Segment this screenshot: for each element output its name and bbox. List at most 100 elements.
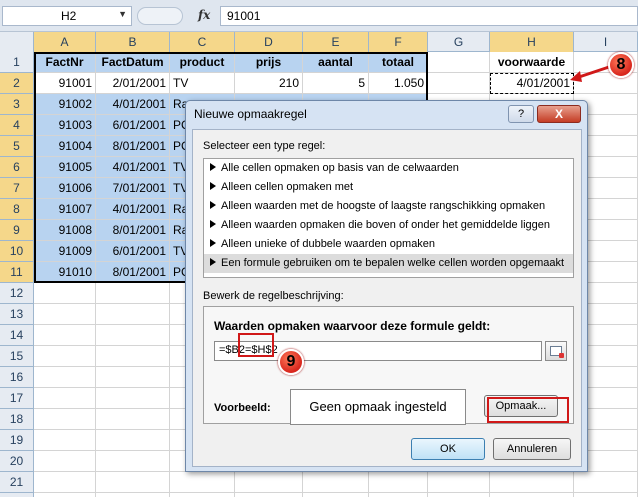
- data-cell[interactable]: 91008: [34, 220, 96, 241]
- column-header-i[interactable]: I: [574, 32, 638, 52]
- cell[interactable]: [96, 304, 170, 325]
- cell[interactable]: [34, 388, 96, 409]
- column-header-a[interactable]: A: [34, 32, 96, 52]
- data-cell[interactable]: 2/01/2001: [96, 73, 170, 94]
- rule-type-item[interactable]: Alleen waarden opmaken die boven of onde…: [204, 216, 573, 235]
- cell[interactable]: [303, 472, 369, 493]
- cell[interactable]: [490, 472, 574, 493]
- cell[interactable]: [34, 451, 96, 472]
- data-cell[interactable]: 5: [303, 73, 369, 94]
- row-header[interactable]: 22: [0, 493, 34, 497]
- cell[interactable]: [96, 430, 170, 451]
- cell[interactable]: [303, 493, 369, 497]
- cell[interactable]: [34, 430, 96, 451]
- data-cell[interactable]: 7/01/2001: [96, 178, 170, 199]
- row-header[interactable]: 2: [0, 73, 34, 94]
- cell[interactable]: [235, 472, 303, 493]
- cell[interactable]: [428, 493, 490, 497]
- row-header[interactable]: 15: [0, 346, 34, 367]
- select-all-corner[interactable]: [0, 32, 34, 52]
- data-cell[interactable]: 210: [235, 73, 303, 94]
- cell[interactable]: [96, 409, 170, 430]
- rule-type-item[interactable]: Alleen waarden met de hoogste of laagste…: [204, 197, 573, 216]
- cell[interactable]: [34, 325, 96, 346]
- row-header[interactable]: 18: [0, 409, 34, 430]
- cell[interactable]: [235, 493, 303, 497]
- cell[interactable]: [34, 367, 96, 388]
- cell[interactable]: [490, 493, 574, 497]
- cell[interactable]: [574, 493, 638, 497]
- chevron-down-icon[interactable]: ▼: [118, 9, 127, 19]
- cell[interactable]: [428, 73, 490, 94]
- column-header-f[interactable]: F: [369, 32, 428, 52]
- header-cell[interactable]: aantal: [303, 52, 369, 73]
- data-cell[interactable]: 91001: [34, 73, 96, 94]
- data-cell[interactable]: 91007: [34, 199, 96, 220]
- column-header-d[interactable]: D: [235, 32, 303, 52]
- row-header[interactable]: 1: [0, 52, 34, 73]
- row-header[interactable]: 3: [0, 94, 34, 115]
- row-header[interactable]: 10: [0, 241, 34, 262]
- cancel-button[interactable]: Annuleren: [493, 438, 571, 460]
- data-cell[interactable]: 91006: [34, 178, 96, 199]
- data-cell[interactable]: 4/01/2001: [96, 157, 170, 178]
- column-header-b[interactable]: B: [96, 32, 170, 52]
- rule-type-item[interactable]: Alle cellen opmaken op basis van de celw…: [204, 159, 573, 178]
- cell[interactable]: [369, 472, 428, 493]
- column-header-g[interactable]: G: [428, 32, 490, 52]
- row-header[interactable]: 14: [0, 325, 34, 346]
- cell[interactable]: [34, 304, 96, 325]
- row-header[interactable]: 9: [0, 220, 34, 241]
- header-cell[interactable]: totaal: [369, 52, 428, 73]
- help-button[interactable]: ?: [508, 105, 534, 123]
- data-cell[interactable]: 91010: [34, 262, 96, 283]
- row-header[interactable]: 12: [0, 283, 34, 304]
- data-cell[interactable]: 6/01/2001: [96, 241, 170, 262]
- cell[interactable]: [428, 472, 490, 493]
- cell[interactable]: [170, 493, 235, 497]
- cell[interactable]: [34, 283, 96, 304]
- cell[interactable]: [428, 52, 490, 73]
- cell[interactable]: [96, 472, 170, 493]
- row-header[interactable]: 19: [0, 430, 34, 451]
- data-cell[interactable]: TV: [170, 73, 235, 94]
- data-cell[interactable]: 8/01/2001: [96, 136, 170, 157]
- column-header-h[interactable]: H: [490, 32, 574, 52]
- data-cell[interactable]: 91004: [34, 136, 96, 157]
- header-cell[interactable]: FactDatum: [96, 52, 170, 73]
- header-cell[interactable]: prijs: [235, 52, 303, 73]
- row-header[interactable]: 16: [0, 367, 34, 388]
- header-cell[interactable]: FactNr: [34, 52, 96, 73]
- collapse-dialog-button[interactable]: [545, 341, 567, 361]
- data-cell[interactable]: 91009: [34, 241, 96, 262]
- cell[interactable]: [170, 472, 235, 493]
- close-button[interactable]: X: [537, 105, 581, 123]
- row-header[interactable]: 17: [0, 388, 34, 409]
- data-cell[interactable]: 6/01/2001: [96, 115, 170, 136]
- column-header-c[interactable]: C: [170, 32, 235, 52]
- data-cell[interactable]: 1.050: [369, 73, 428, 94]
- cell[interactable]: [96, 388, 170, 409]
- row-header[interactable]: 11: [0, 262, 34, 283]
- cell[interactable]: [574, 472, 638, 493]
- cell[interactable]: [96, 493, 170, 497]
- data-cell[interactable]: 8/01/2001: [96, 220, 170, 241]
- cell[interactable]: [34, 472, 96, 493]
- data-cell[interactable]: 91002: [34, 94, 96, 115]
- column-header-e[interactable]: E: [303, 32, 369, 52]
- header-cell[interactable]: product: [170, 52, 235, 73]
- row-header[interactable]: 5: [0, 136, 34, 157]
- data-cell[interactable]: 91005: [34, 157, 96, 178]
- cell[interactable]: [96, 346, 170, 367]
- row-header[interactable]: 20: [0, 451, 34, 472]
- cell[interactable]: [34, 493, 96, 497]
- insert-function-icon[interactable]: fx: [198, 8, 210, 22]
- rule-type-item[interactable]: Alleen cellen opmaken met: [204, 178, 573, 197]
- rule-type-item[interactable]: Alleen unieke of dubbele waarden opmaken: [204, 235, 573, 254]
- rule-type-item-selected[interactable]: Een formule gebruiken om te bepalen welk…: [204, 254, 573, 273]
- cell[interactable]: [96, 367, 170, 388]
- cell[interactable]: [369, 493, 428, 497]
- row-header[interactable]: 7: [0, 178, 34, 199]
- format-button[interactable]: Opmaak...: [484, 395, 558, 417]
- ok-button[interactable]: OK: [411, 438, 485, 460]
